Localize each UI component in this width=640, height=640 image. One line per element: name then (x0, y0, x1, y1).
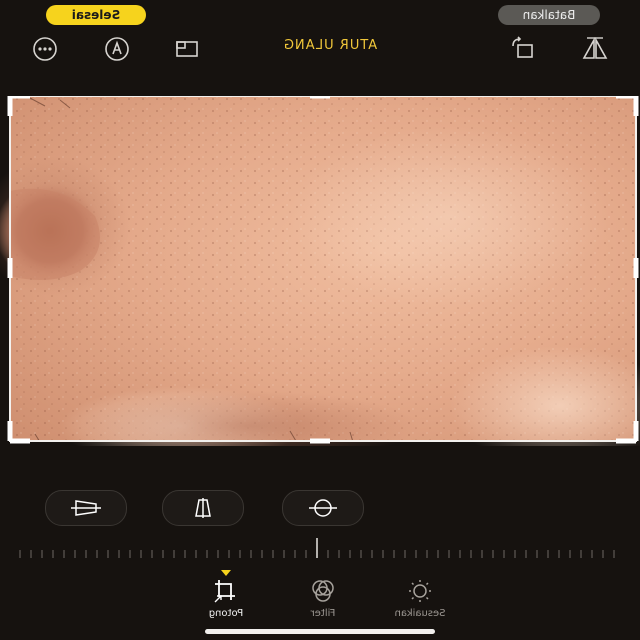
filter-icon (312, 580, 334, 602)
adjust-icon (409, 580, 431, 602)
more-icon[interactable] (30, 34, 60, 64)
vertical-perspective-button[interactable] (162, 490, 244, 526)
tab-crop-label: Potong (208, 608, 244, 619)
tab-adjust[interactable]: Sesuaikan (375, 576, 465, 619)
tab-filter[interactable]: Filter (278, 576, 368, 619)
vertical-perspective-icon (195, 498, 211, 518)
straighten-button[interactable] (282, 490, 364, 526)
flip-icon[interactable] (580, 34, 610, 64)
done-button[interactable]: Selesai (46, 5, 146, 25)
straighten-icon (309, 499, 337, 517)
aspect-ratio-icon[interactable] (172, 34, 202, 64)
horizontal-perspective-button[interactable] (45, 490, 127, 526)
home-indicator (205, 629, 435, 634)
tab-filter-label: Filter (310, 608, 336, 619)
tab-crop[interactable]: Potong (181, 576, 271, 619)
edit-mode-tabs: Potong Filter Sesuaikan (0, 566, 640, 626)
skin-closeup-photo (0, 96, 640, 446)
reset-button[interactable]: ATUR ULANG (250, 38, 410, 53)
horizontal-perspective-icon (71, 500, 101, 516)
rotation-dial[interactable] (0, 536, 640, 564)
crop-icon (214, 580, 235, 603)
cancel-button[interactable]: Batalkan (498, 5, 600, 25)
top-bar: Selesai Batalkan (0, 0, 640, 30)
tab-adjust-label: Sesuaikan (394, 608, 446, 619)
rotate-icon[interactable] (508, 34, 538, 64)
markup-pen-icon[interactable] (102, 34, 132, 64)
photo-canvas[interactable] (0, 96, 640, 446)
edit-toolbar: ATUR ULANG (0, 30, 640, 66)
